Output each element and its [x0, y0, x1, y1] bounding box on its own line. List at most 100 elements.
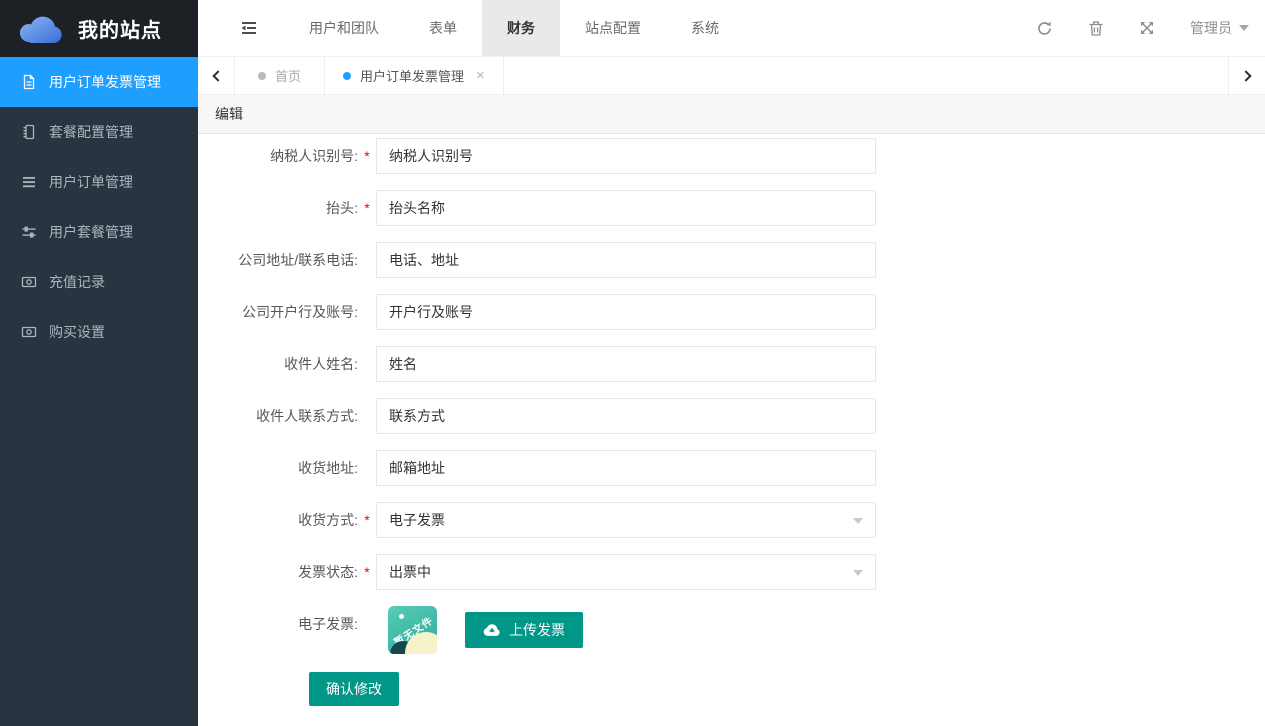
tab-status-dot — [343, 72, 351, 80]
cloud-logo-icon — [16, 12, 68, 46]
form-row: 收件人姓名: — [198, 346, 1265, 382]
sidebar-menu: 用户订单发票管理 套餐配置管理 用户订单管理 — [0, 57, 198, 357]
top-nav-system[interactable]: 系统 — [666, 0, 744, 56]
required-asterisk — [358, 346, 376, 382]
banknote-icon — [20, 323, 38, 341]
form-row: 收货方式: * 电子发票 — [198, 502, 1265, 538]
field-label: 收件人姓名: — [198, 346, 358, 382]
delivery-address-input[interactable] — [376, 450, 876, 486]
nav-label: 系统 — [691, 18, 719, 38]
collapse-menu-icon[interactable] — [238, 20, 258, 36]
upload-button-label: 上传发票 — [509, 620, 565, 640]
tab-close-icon[interactable]: × — [476, 68, 485, 83]
selected-value: 出票中 — [389, 564, 431, 580]
sidebar-item-package-config[interactable]: 套餐配置管理 — [0, 107, 198, 157]
tabs-scroll-right-icon[interactable] — [1228, 57, 1265, 94]
field-label: 纳税人识别号: — [198, 138, 358, 174]
site-title: 我的站点 — [78, 14, 162, 43]
recipient-contact-input[interactable] — [376, 398, 876, 434]
required-asterisk — [358, 294, 376, 330]
recipient-name-input[interactable] — [376, 346, 876, 382]
required-asterisk: * — [358, 554, 376, 590]
taxpayer-id-input[interactable] — [376, 138, 876, 174]
invoice-file-thumbnail[interactable]: 暂无文件 — [388, 606, 437, 654]
field-label: 发票状态: — [198, 554, 358, 590]
package-book-icon — [20, 123, 38, 141]
field-label: 公司开户行及账号: — [198, 294, 358, 330]
edit-title: 编辑 — [215, 104, 243, 124]
edit-toolbar: 编辑 — [198, 95, 1265, 134]
field-label: 收货地址: — [198, 450, 358, 486]
select-caret-icon — [853, 570, 863, 576]
chevron-down-icon — [1239, 25, 1249, 31]
field-label: 电子发票: — [198, 606, 358, 642]
tabs-scroll-left-icon[interactable] — [198, 57, 235, 94]
invoice-file-icon — [20, 73, 38, 91]
upload-invoice-button[interactable]: 上传发票 — [465, 612, 583, 648]
sidebar: 我的站点 用户订单发票管理 套餐配置管 — [0, 0, 198, 726]
required-asterisk: * — [358, 190, 376, 226]
bank-account-input[interactable] — [376, 294, 876, 330]
company-address-phone-input[interactable] — [376, 242, 876, 278]
field-label: 抬头: — [198, 190, 358, 226]
list-icon — [20, 173, 38, 191]
sliders-icon — [20, 223, 38, 241]
nav-label: 表单 — [429, 18, 457, 38]
tab-user-order-invoice[interactable]: 用户订单发票管理 × — [325, 57, 504, 94]
form-row: 抬头: * — [198, 190, 1265, 226]
top-nav-forms[interactable]: 表单 — [404, 0, 482, 56]
delivery-method-select[interactable]: 电子发票 — [376, 502, 876, 538]
required-asterisk: * — [358, 138, 376, 174]
upload-cloud-icon — [483, 623, 501, 637]
sidebar-item-label: 套餐配置管理 — [49, 122, 133, 142]
sidebar-item-label: 用户订单发票管理 — [49, 72, 161, 92]
top-nav-site-config[interactable]: 站点配置 — [560, 0, 666, 56]
sidebar-item-user-order-invoice[interactable]: 用户订单发票管理 — [0, 57, 198, 107]
top-actions: 管理员 — [1036, 0, 1265, 56]
top-header: 用户和团队 表单 财务 站点配置 系统 — [198, 0, 1265, 57]
tab-label: 首页 — [275, 66, 301, 85]
top-nav-finance[interactable]: 财务 — [482, 0, 560, 56]
invoice-edit-form: 纳税人识别号: * 抬头: * 公司地址/联系电话: 公司开户行及账号: 收 — [198, 134, 1265, 725]
sidebar-item-user-orders[interactable]: 用户订单管理 — [0, 157, 198, 207]
refresh-icon[interactable] — [1036, 20, 1053, 37]
banknote-icon — [20, 273, 38, 291]
invoice-status-select[interactable]: 出票中 — [376, 554, 876, 590]
admin-dropdown[interactable]: 管理员 — [1190, 18, 1249, 38]
sidebar-item-user-packages[interactable]: 用户套餐管理 — [0, 207, 198, 257]
required-asterisk — [358, 242, 376, 278]
invoice-title-input[interactable] — [376, 190, 876, 226]
required-asterisk — [358, 450, 376, 486]
field-label: 公司地址/联系电话: — [198, 242, 358, 278]
form-row: 发票状态: * 出票中 — [198, 554, 1265, 590]
required-asterisk: * — [358, 502, 376, 538]
field-label: 收货方式: — [198, 502, 358, 538]
trash-icon[interactable] — [1088, 20, 1104, 37]
sidebar-item-recharge-records[interactable]: 充值记录 — [0, 257, 198, 307]
admin-label: 管理员 — [1190, 18, 1232, 38]
fullscreen-icon[interactable] — [1139, 20, 1155, 36]
tab-home[interactable]: 首页 — [235, 57, 325, 94]
nav-label: 站点配置 — [585, 18, 641, 38]
main-area: 用户和团队 表单 财务 站点配置 系统 — [198, 0, 1265, 725]
nav-label: 财务 — [507, 18, 535, 38]
tab-label: 用户订单发票管理 — [360, 66, 464, 85]
form-row: 公司地址/联系电话: — [198, 242, 1265, 278]
selected-value: 电子发票 — [389, 512, 445, 528]
form-row: 收货地址: — [198, 450, 1265, 486]
sidebar-item-purchase-settings[interactable]: 购买设置 — [0, 307, 198, 357]
select-caret-icon — [853, 518, 863, 524]
form-row: 公司开户行及账号: — [198, 294, 1265, 330]
tab-bar: 首页 用户订单发票管理 × — [198, 57, 1265, 95]
tab-status-dot — [258, 72, 266, 80]
thumbnail-dot — [399, 614, 404, 619]
required-asterisk — [358, 398, 376, 434]
form-row: 纳税人识别号: * — [198, 138, 1265, 174]
confirm-modify-button[interactable]: 确认修改 — [309, 672, 399, 706]
sidebar-item-label: 用户套餐管理 — [49, 222, 133, 242]
form-row: 收件人联系方式: — [198, 398, 1265, 434]
top-nav-users-teams[interactable]: 用户和团队 — [284, 0, 404, 56]
logo: 我的站点 — [0, 0, 198, 57]
sidebar-item-label: 购买设置 — [49, 322, 105, 342]
nav-label: 用户和团队 — [309, 18, 379, 38]
